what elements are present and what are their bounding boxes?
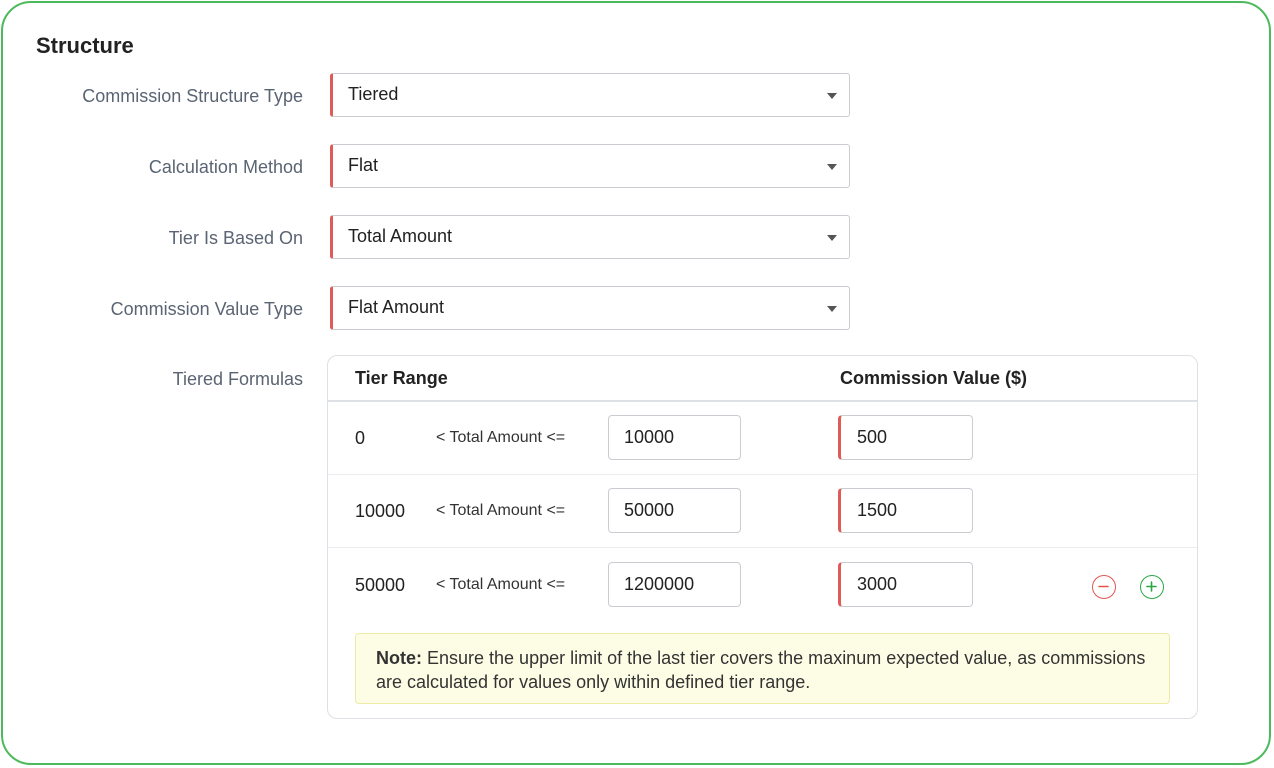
calculation-method-label: Calculation Method xyxy=(148,157,303,177)
commission-value: 1500 xyxy=(857,500,898,520)
commission-structure-type-select[interactable]: Tiered xyxy=(330,73,850,117)
tier-upper-input[interactable]: 10000 xyxy=(608,415,741,460)
table-row: 0 < Total Amount <= 10000 500 xyxy=(328,401,1197,475)
commission-value-input[interactable]: 500 xyxy=(838,415,973,460)
table-row: 50000 < Total Amount <= 1200000 3000 xyxy=(328,548,1197,621)
note-box: Note: Ensure the upper limit of the last… xyxy=(355,633,1170,704)
commission-value-type-select[interactable]: Flat Amount xyxy=(330,286,850,330)
remove-tier-button[interactable] xyxy=(1092,575,1116,599)
commission-value-input[interactable]: 3000 xyxy=(838,562,973,607)
plus-circle-icon xyxy=(1146,581,1157,592)
commission-value-header: Commission Value ($) xyxy=(840,368,1028,388)
commission-structure-type-label: Commission Structure Type xyxy=(82,86,303,106)
minus-circle-icon xyxy=(1098,585,1109,588)
select-value: Flat Amount xyxy=(348,297,445,317)
tier-upper-value: 50000 xyxy=(624,500,675,520)
note-text: Ensure the upper limit of the last tier … xyxy=(376,648,1146,692)
select-value: Flat xyxy=(348,155,379,175)
add-tier-button[interactable] xyxy=(1140,575,1164,599)
chevron-down-icon xyxy=(827,93,837,99)
tiered-formulas-label: Tiered Formulas xyxy=(172,369,303,389)
tiered-formulas-table: Tier Range Commission Value ($) 0 < Tota… xyxy=(327,355,1198,719)
tier-from: 0 xyxy=(355,428,366,448)
tier-operator: < Total Amount <= xyxy=(436,502,566,519)
select-value: Total Amount xyxy=(348,226,453,246)
tier-operator: < Total Amount <= xyxy=(436,429,566,446)
tier-upper-input[interactable]: 50000 xyxy=(608,488,741,533)
tier-upper-value: 10000 xyxy=(624,427,675,447)
select-value: Tiered xyxy=(348,84,399,104)
section-title: Structure xyxy=(36,33,134,58)
chevron-down-icon xyxy=(827,164,837,170)
commission-value-type-label: Commission Value Type xyxy=(110,299,303,319)
chevron-down-icon xyxy=(827,306,837,312)
tier-from: 10000 xyxy=(355,501,406,521)
note-label: Note: xyxy=(376,648,422,668)
calculation-method-select[interactable]: Flat xyxy=(330,144,850,188)
tier-operator: < Total Amount <= xyxy=(436,576,566,593)
chevron-down-icon xyxy=(827,235,837,241)
table-row: 10000 < Total Amount <= 50000 1500 xyxy=(328,474,1197,548)
tier-from: 50000 xyxy=(355,575,406,595)
tier-based-on-label: Tier Is Based On xyxy=(168,228,303,248)
commission-value: 3000 xyxy=(857,574,898,594)
tier-upper-input[interactable]: 1200000 xyxy=(608,562,741,607)
commission-value-input[interactable]: 1500 xyxy=(838,488,973,533)
commission-value: 500 xyxy=(857,427,888,447)
tier-upper-value: 1200000 xyxy=(624,574,695,594)
tier-based-on-select[interactable]: Total Amount xyxy=(330,215,850,259)
tier-range-header: Tier Range xyxy=(355,368,448,388)
